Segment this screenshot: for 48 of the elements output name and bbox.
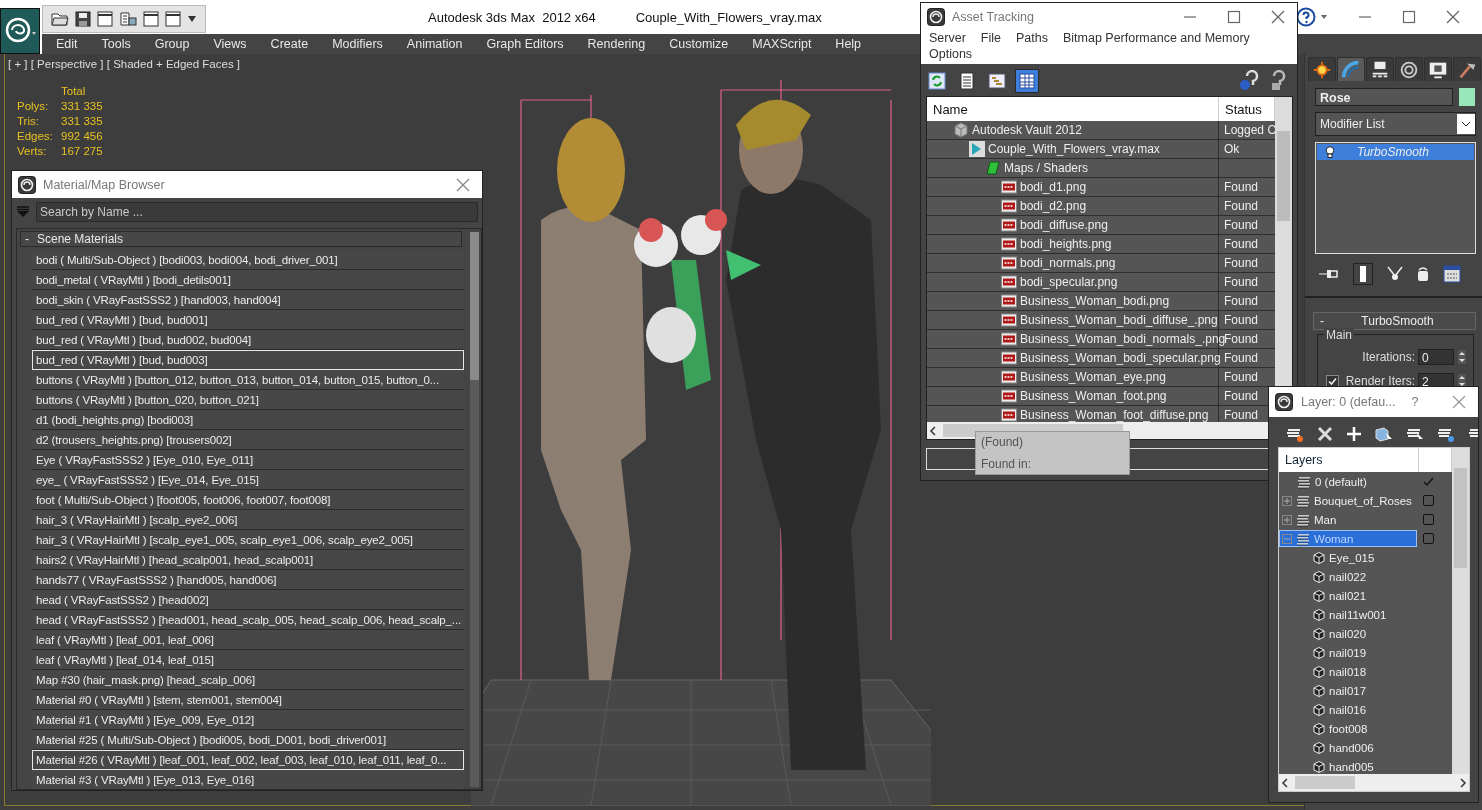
asset-name: Business_Woman_foot.png (1020, 389, 1167, 403)
asset-status: Found (1224, 199, 1259, 213)
file-name: Couple_With_Flowers_vray.max (635, 9, 822, 25)
stats-header: Total (61, 85, 87, 97)
asset-name: bodi_d1.png (1020, 180, 1087, 194)
asset-name: Business_Woman_eye.png (1020, 370, 1166, 384)
asset-name: bodi_d2.png (1020, 199, 1087, 213)
stat-value: 992 456 (61, 130, 104, 142)
asset-status: Found (1224, 256, 1259, 270)
stat-label: Tris: (17, 115, 40, 127)
stat-value: 167 275 (61, 145, 104, 157)
asset-status: Ok (1224, 142, 1240, 156)
tooltip: (Found) Found in: (975, 431, 1130, 475)
asset-name: Business_Woman_bodi_normals_.png (1020, 332, 1226, 346)
asset-name: Couple_With_Flowers_vray.max (988, 142, 1160, 156)
asset-name: Autodesk Vault 2012 (972, 123, 1082, 137)
asset-name: bodi_normals.png (1020, 256, 1116, 270)
stat-label: Polys: (17, 100, 50, 112)
asset-name: Maps / Shaders (1004, 161, 1089, 175)
stat-label: Verts: (17, 145, 48, 157)
window-title: Material/Map Browser (43, 177, 165, 192)
asset-status: Found (1224, 180, 1259, 194)
asset-name: bodi_specular.png (1020, 275, 1118, 289)
app-title: Autodesk 3ds Max 2012 x64 (428, 9, 596, 25)
asset-status: Found (1224, 332, 1259, 346)
group-label: Main (1324, 328, 1354, 342)
stat-value: 331 335 (61, 100, 104, 112)
iterations-label: Iterations: (1362, 350, 1415, 364)
stat-value: 331 335 (61, 115, 104, 127)
asset-name: Business_Woman_bodi.png (1020, 294, 1170, 308)
asset-name: Business_Woman_bodi_diffuse_.png (1020, 313, 1218, 327)
asset-name: bodi_heights.png (1020, 237, 1112, 251)
asset-status: Found (1224, 313, 1259, 327)
asset-status: Found (1224, 218, 1259, 232)
asset-status: Found (1224, 294, 1259, 308)
asset-status: Found (1224, 351, 1259, 365)
asset-status: Found (1224, 275, 1259, 289)
asset-name: Business_Woman_bodi_specular.png (1020, 351, 1221, 365)
render-iters-label: Render Iters: (1345, 374, 1415, 388)
window-title: Asset Tracking (952, 10, 1034, 24)
asset-status: Found (1224, 370, 1259, 384)
asset-name: bodi_diffuse.png (1020, 218, 1108, 232)
window-title: Layer: 0 (defau... (1301, 395, 1396, 409)
stat-label: Edges: (17, 130, 54, 142)
asset-status: Found (1224, 408, 1259, 422)
asset-status: Found (1224, 389, 1259, 403)
asset-name: Business_Woman_foot_diffuse.png (1020, 408, 1209, 422)
asset-status: Found (1224, 237, 1259, 251)
